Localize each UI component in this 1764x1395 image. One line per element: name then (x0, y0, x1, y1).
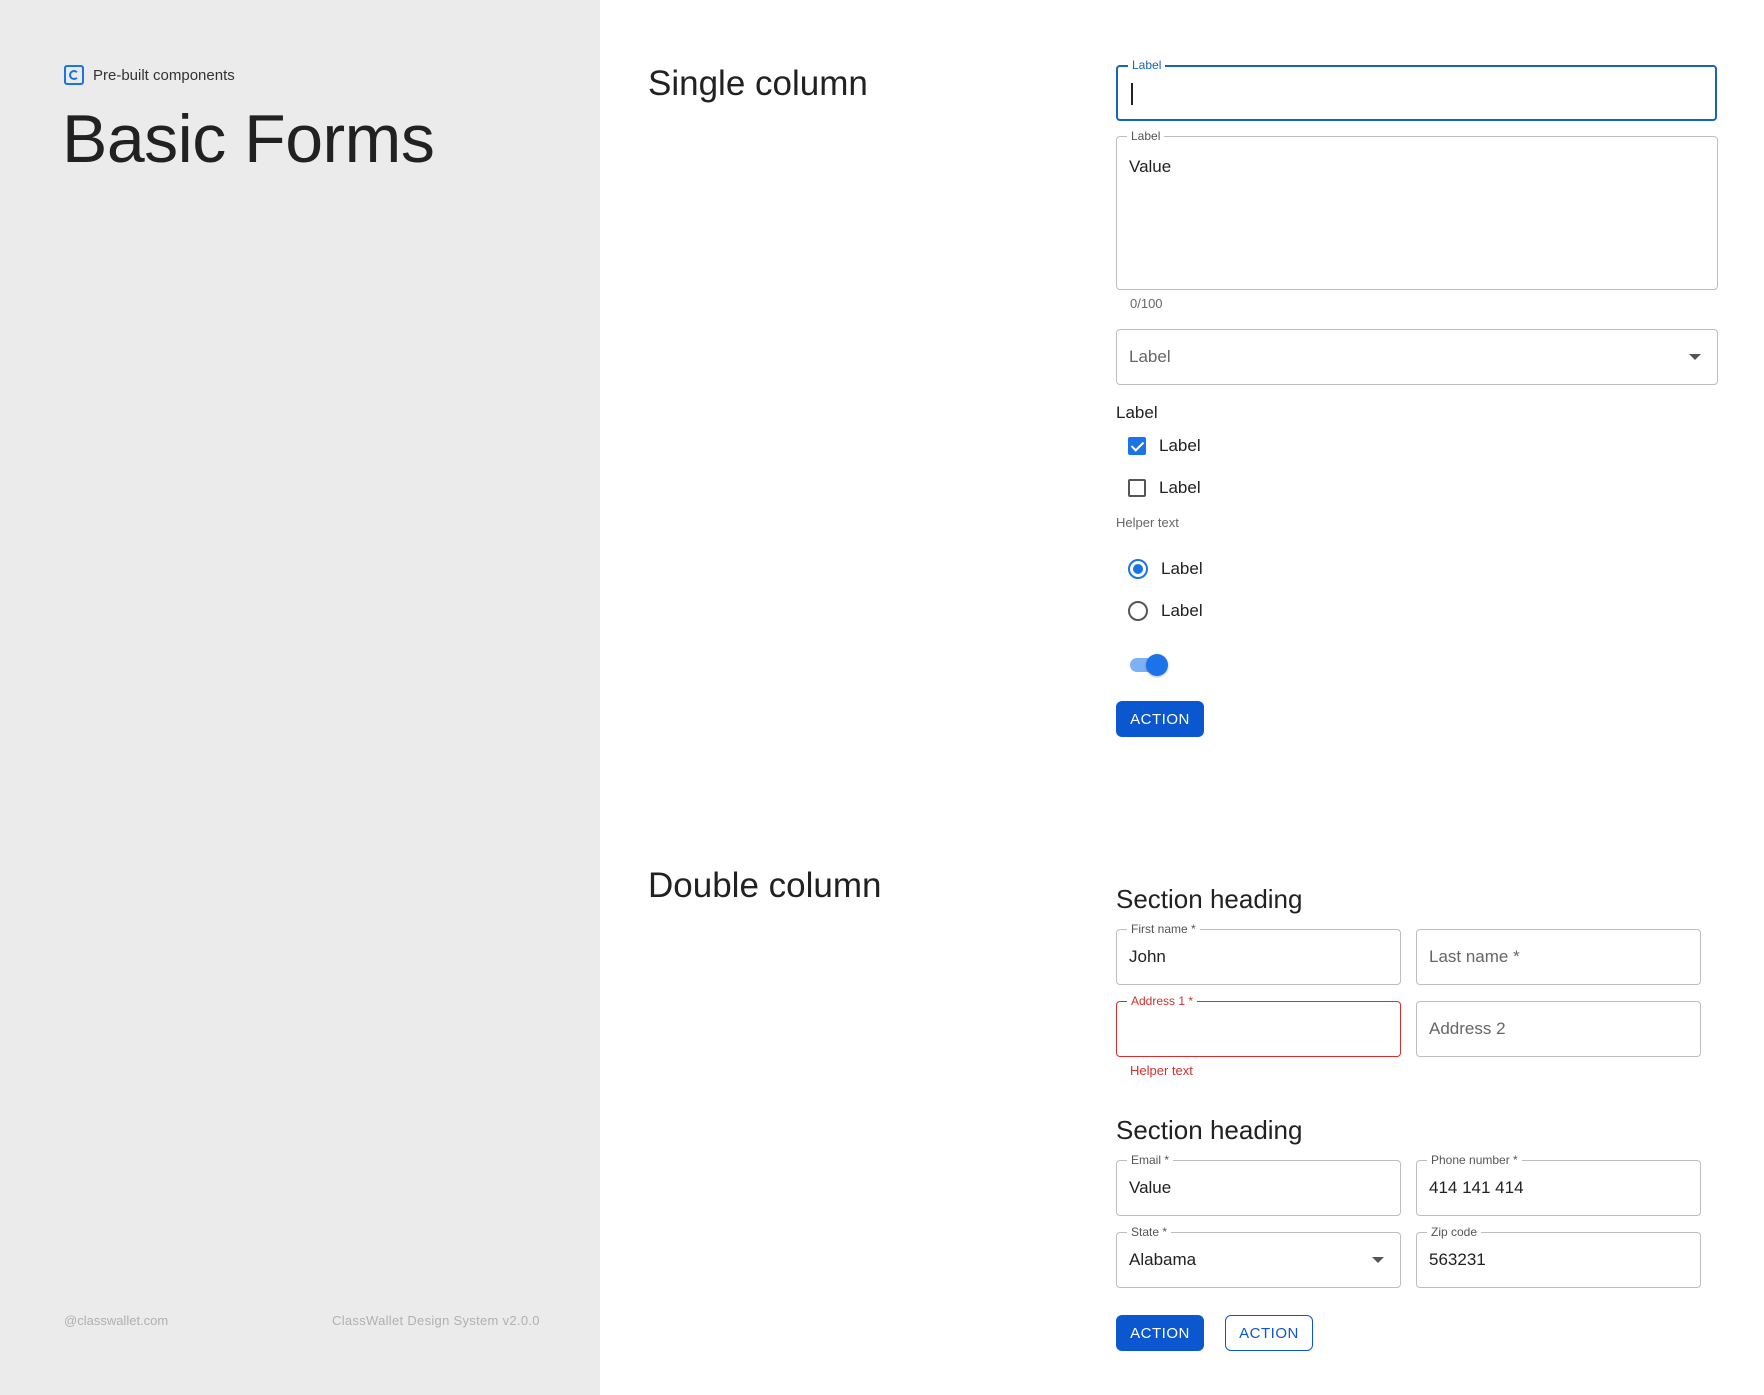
address1-label: Address 1 * (1127, 994, 1198, 1008)
state-select[interactable]: State * Alabama (1116, 1225, 1401, 1288)
address2-placeholder: Address 2 (1429, 1019, 1506, 1038)
checkbox-label: Label (1159, 478, 1201, 497)
first-name-value: John (1129, 947, 1166, 966)
footer-copyright: @classwallet.com (64, 1313, 169, 1328)
page-title: Basic Forms (62, 101, 435, 177)
address1-field[interactable]: Address 1 * (1116, 994, 1401, 1057)
radio-option-2[interactable]: Label (1128, 601, 1203, 621)
section-heading-1: Section heading (1116, 884, 1303, 914)
select-placeholder: Label (1129, 347, 1171, 366)
textarea-value: Value (1129, 157, 1172, 176)
chevron-down-icon (1689, 354, 1701, 360)
double-column-title: Double column (648, 866, 882, 905)
text-field[interactable]: Label (1116, 58, 1717, 121)
chevron-down-icon (1372, 1257, 1384, 1263)
single-column-title: Single column (648, 64, 868, 103)
state-value: Alabama (1129, 1250, 1197, 1269)
textarea-label: Label (1127, 129, 1165, 143)
select-field[interactable]: Label (1116, 329, 1718, 385)
phone-field[interactable]: Phone number * 414 141 414 (1416, 1153, 1701, 1216)
radio-label: Label (1161, 601, 1203, 620)
last-name-placeholder: Last name * (1429, 947, 1520, 966)
toggle-knob (1146, 654, 1168, 676)
text-field-label: Label (1128, 58, 1166, 72)
footer-version: ClassWallet Design System v2.0.0 (332, 1313, 540, 1328)
checkbox-option-1[interactable]: Label (1128, 436, 1201, 456)
last-name-field[interactable]: Last name * (1416, 929, 1701, 985)
email-field[interactable]: Email * Value (1116, 1153, 1401, 1216)
radio-label: Label (1161, 559, 1203, 578)
textarea-field[interactable]: Label Value (1116, 129, 1718, 290)
first-name-field[interactable]: First name * John (1116, 922, 1401, 985)
checkbox-group-label: Label (1116, 403, 1158, 422)
radio-selected[interactable] (1128, 559, 1148, 579)
zip-field[interactable]: Zip code 563231 (1416, 1225, 1701, 1288)
checkbox-helper-text: Helper text (1116, 515, 1179, 530)
state-label: State * (1127, 1225, 1172, 1239)
address2-field[interactable]: Address 2 (1416, 1001, 1701, 1057)
checkbox-label: Label (1159, 436, 1201, 455)
primary-action-button[interactable]: ACTION (1116, 1315, 1204, 1351)
email-label: Email * (1127, 1153, 1174, 1167)
textarea-counter: 0/100 (1130, 296, 1163, 311)
text-cursor (1131, 83, 1133, 105)
toggle-switch[interactable] (1130, 654, 1168, 676)
left-panel: Pre-built components Basic Forms @classw… (0, 0, 600, 1395)
phone-value: 414 141 414 (1429, 1178, 1524, 1197)
secondary-action-button[interactable]: ACTION (1225, 1315, 1313, 1351)
first-name-label: First name * (1127, 922, 1200, 936)
radio-option-1[interactable]: Label (1128, 559, 1203, 579)
section-heading-2: Section heading (1116, 1115, 1303, 1145)
classwallet-logo-icon (64, 65, 84, 85)
checkbox-option-2[interactable]: Label (1128, 478, 1201, 498)
radio-unselected[interactable] (1128, 601, 1148, 621)
zip-label: Zip code (1427, 1225, 1482, 1239)
checkbox-checked[interactable] (1128, 437, 1146, 455)
brand: Pre-built components (64, 65, 235, 85)
email-value: Value (1129, 1178, 1172, 1197)
zip-value: 563231 (1429, 1250, 1486, 1269)
address1-error-text: Helper text (1130, 1063, 1193, 1078)
brand-label: Pre-built components (93, 66, 235, 84)
phone-label: Phone number * (1427, 1153, 1522, 1167)
checkbox-unchecked[interactable] (1128, 479, 1146, 497)
action-button[interactable]: ACTION (1116, 701, 1204, 737)
